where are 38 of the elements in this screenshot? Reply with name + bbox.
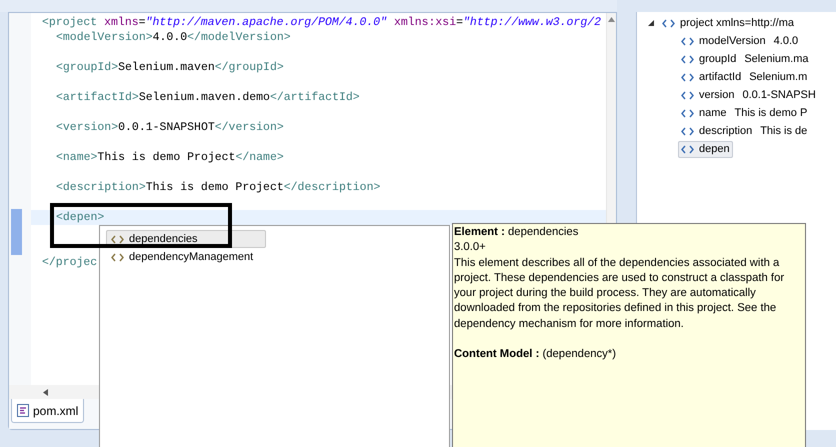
code-line: <name>This is demo Project</name> [56, 151, 284, 164]
editor-tab[interactable]: pom.xml [11, 399, 84, 423]
outline-item[interactable]: project xmlns=http://ma [659, 14, 798, 32]
scroll-up-icon[interactable] [608, 17, 615, 22]
content-model-text: Content Model : (dependency*) [454, 347, 617, 362]
outline-item[interactable]: modelVersion 4.0.0 [678, 32, 802, 50]
tag-icon [111, 234, 124, 244]
version-text: 3.0.0+ [454, 240, 487, 256]
outline-item[interactable]: artifactId Selenium.m [678, 68, 810, 86]
change-marker [11, 209, 22, 255]
outline-item[interactable]: version 0.0.1-SNAPSH [678, 86, 819, 104]
code-line: <depen> [56, 211, 104, 224]
tag-icon [681, 90, 694, 100]
tag-icon [662, 18, 675, 28]
code-line: <modelVersion>4.0.0</modelVersion> [56, 31, 291, 44]
code-line: <groupId>Selenium.maven</groupId> [56, 61, 284, 74]
outline-item[interactable]: groupId Selenium.ma [678, 50, 812, 68]
expand-arrow-icon[interactable] [648, 20, 654, 26]
tag-icon [111, 252, 124, 262]
code-line: <project xmlns="http://maven.apache.org/POM/4.0.0" xmlns:xsi="http://www.w3.org/2 [42, 16, 602, 29]
code-line: <description>This is demo Project</description> [56, 181, 380, 194]
tag-icon [681, 72, 694, 82]
tag-icon [681, 126, 694, 136]
outline-item[interactable]: depen [678, 140, 733, 158]
description-text: This element describes all of the dependencies associated with a project. These dependencies are used to construct a classpath for your project during the build process. They are automatically downloaded from the repositories defined in this project. See the dependency mechanism for more information. [454, 256, 786, 332]
code-line: <artifactId>Selenium.maven.demo</artifactId> [56, 91, 360, 104]
xml-file-icon [17, 404, 29, 417]
scroll-left-icon[interactable] [43, 388, 48, 396]
outline-item[interactable]: name This is demo P [678, 104, 810, 122]
element-heading: Element : dependencies [454, 225, 580, 240]
outline-item[interactable]: description This is de [678, 122, 810, 140]
code-line: <version>0.0.1-SNAPSHOT</version> [56, 121, 284, 134]
completion-item[interactable]: dependencyManagement [106, 248, 266, 266]
tag-icon [681, 54, 694, 64]
tag-icon [681, 144, 694, 154]
tag-icon [681, 108, 694, 118]
code-line: </projec [42, 256, 98, 269]
tag-icon [681, 36, 694, 46]
